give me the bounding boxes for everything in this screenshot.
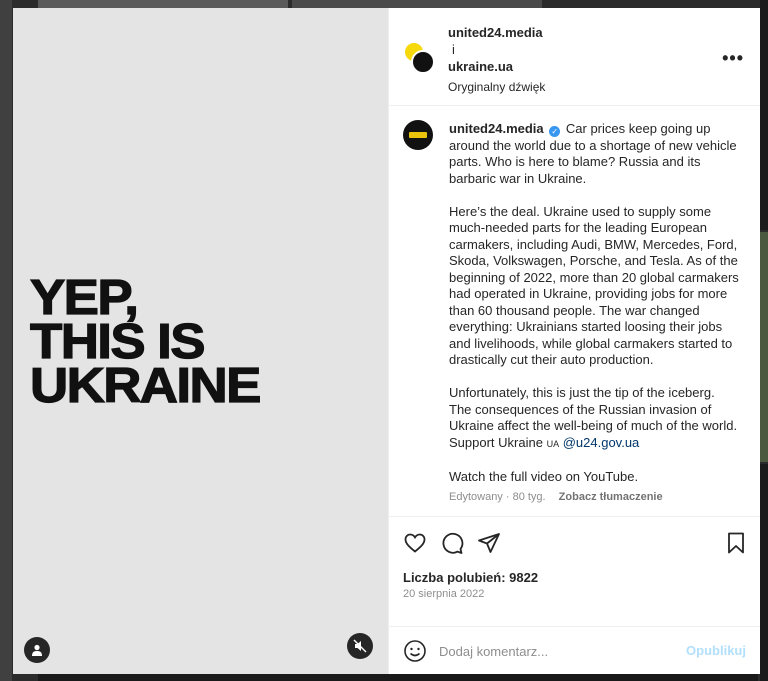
post-sidebar: united24.media i ukraine.ua Oryginalny d… <box>388 8 760 674</box>
muted-speaker-icon <box>353 639 367 653</box>
heart-icon[interactable] <box>403 531 427 555</box>
bookmark-icon[interactable] <box>724 531 748 555</box>
background-feed-left <box>0 0 12 681</box>
avatar-logo <box>409 132 427 138</box>
action-bar <box>389 516 760 570</box>
avatar[interactable] <box>403 120 433 150</box>
post-header: united24.media i ukraine.ua Oryginalny d… <box>389 8 760 106</box>
smiley-icon[interactable] <box>403 639 427 663</box>
mute-toggle-button[interactable] <box>347 633 373 659</box>
background-post-thumbnail <box>760 464 768 681</box>
avatar <box>411 50 435 74</box>
comment-bar: Opublikuj <box>389 626 760 674</box>
post-stats: Liczba polubień: 9822 20 sierpnia 2022 <box>389 570 760 626</box>
edited-timestamp: Edytowany · 80 tyg. <box>449 491 546 503</box>
support-text: Support Ukraine <box>449 434 543 450</box>
more-options-button[interactable]: ••• <box>722 48 744 69</box>
author-connector: i <box>452 42 455 57</box>
background-post-thumbnail <box>760 232 768 462</box>
caption-meta: Edytowany · 80 tyg. Zobacz tłumaczenie <box>449 489 739 506</box>
post-comment-button[interactable]: Opublikuj <box>686 643 746 658</box>
audio-link[interactable]: Oryginalny dźwięk <box>448 79 545 96</box>
post-authors: united24.media i ukraine.ua Oryginalny d… <box>448 24 545 96</box>
poster-line: YEP, <box>29 271 139 325</box>
caption-text: united24.media ✓ Car prices keep going u… <box>449 121 739 506</box>
see-translation-button[interactable]: Zobacz tłumaczenie <box>559 491 663 503</box>
verified-badge-icon: ✓ <box>549 126 561 137</box>
poster-text: YEP, THIS IS UKRAINE <box>29 271 262 413</box>
tagged-users-button[interactable] <box>24 637 50 663</box>
post-modal: YEP, THIS IS UKRAINE united24.media i uk… <box>13 8 760 674</box>
caption-paragraph: Here’s the deal. Ukraine used to supply … <box>449 203 739 368</box>
post-media[interactable]: YEP, THIS IS UKRAINE <box>13 8 388 674</box>
background-post-thumbnail <box>38 674 758 681</box>
poster-line: THIS IS <box>29 315 206 369</box>
post-date[interactable]: 20 sierpnia 2022 <box>403 588 484 600</box>
caption-paragraph: Unfortunately, this is just the tip of t… <box>449 385 738 433</box>
caption-paragraph: Watch the full video on YouTube. <box>449 468 639 484</box>
mention-link[interactable]: @u24.gov.ua <box>563 435 640 450</box>
caption-area: united24.media ✓ Car prices keep going u… <box>389 106 760 516</box>
caption-username[interactable]: united24.media <box>449 121 544 136</box>
poster-line: UKRAINE <box>29 359 262 413</box>
like-count[interactable]: Liczba polubień: 9822 <box>403 570 538 585</box>
background-post-thumbnail <box>38 0 288 8</box>
paper-plane-icon[interactable] <box>477 531 501 555</box>
author-link[interactable]: united24.media <box>448 24 545 41</box>
comment-input[interactable] <box>439 639 669 663</box>
author-link[interactable]: ukraine.ua <box>448 58 545 75</box>
comment-icon[interactable] <box>440 531 464 555</box>
user-icon <box>32 644 42 656</box>
background-post-thumbnail <box>292 0 542 8</box>
collab-avatars[interactable] <box>403 41 435 75</box>
background-post-thumbnail <box>760 0 768 230</box>
ukraine-flag-label: UA <box>546 438 560 449</box>
